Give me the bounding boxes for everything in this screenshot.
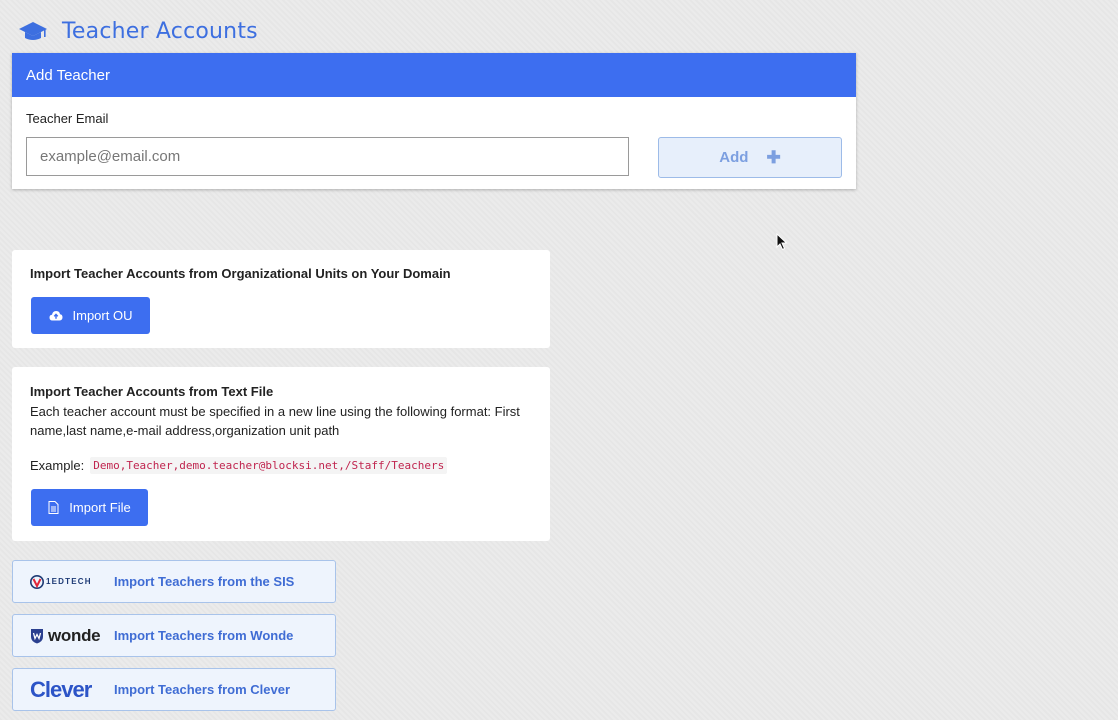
sis-logo-text: 1EDTECH <box>46 577 92 586</box>
import-wonde-label: Import Teachers from Wonde <box>114 628 294 643</box>
import-wonde-button[interactable]: wonde Import Teachers from Wonde <box>12 614 336 657</box>
import-sis-button[interactable]: 1EDTECH Import Teachers from the SIS <box>12 560 336 603</box>
teacher-email-input[interactable] <box>26 137 629 176</box>
import-file-button[interactable]: Import File <box>31 489 148 526</box>
plus-icon: ✚ <box>766 147 781 167</box>
import-file-label: Import File <box>69 500 131 515</box>
add-teacher-button[interactable]: Add ✚ <box>658 137 842 178</box>
mouse-cursor-icon <box>776 233 788 251</box>
import-file-card: Import Teacher Accounts from Text File E… <box>12 367 550 541</box>
import-ou-label: Import OU <box>72 308 133 323</box>
clever-logo-icon: Clever <box>13 677 105 703</box>
import-clever-button[interactable]: Clever Import Teachers from Clever <box>12 668 336 711</box>
add-teacher-heading: Add Teacher <box>12 53 856 97</box>
cloud-upload-icon <box>49 311 63 321</box>
1edtech-logo-icon: 1EDTECH <box>13 574 105 589</box>
page-title: Teacher Accounts <box>62 18 258 44</box>
clever-logo-text: Clever <box>30 676 92 702</box>
wonde-logo-icon: wonde <box>13 626 105 646</box>
example-label: Example: <box>30 458 85 473</box>
graduation-cap-icon <box>19 22 47 40</box>
file-icon <box>48 501 59 514</box>
import-sis-label: Import Teachers from the SIS <box>114 574 295 589</box>
import-file-description: Each teacher account must be specified i… <box>30 404 520 438</box>
import-clever-label: Import Teachers from Clever <box>114 682 291 697</box>
add-teacher-card: Add Teacher Teacher Email Add ✚ <box>12 53 856 189</box>
teacher-email-label: Teacher Email <box>26 111 109 126</box>
import-ou-card: Import Teacher Accounts from Organizatio… <box>12 250 550 348</box>
import-ou-button[interactable]: Import OU <box>31 297 150 334</box>
page-header: Teacher Accounts <box>18 14 258 48</box>
import-file-title: Import Teacher Accounts from Text File <box>30 384 274 399</box>
example-line: Example: Demo,Teacher,demo.teacher@block… <box>30 457 448 474</box>
add-button-label: Add <box>719 149 749 166</box>
wonde-logo-text: wonde <box>48 625 101 645</box>
example-code: Demo,Teacher,demo.teacher@blocksi.net,/S… <box>90 457 448 474</box>
import-ou-title: Import Teacher Accounts from Organizatio… <box>30 266 451 281</box>
